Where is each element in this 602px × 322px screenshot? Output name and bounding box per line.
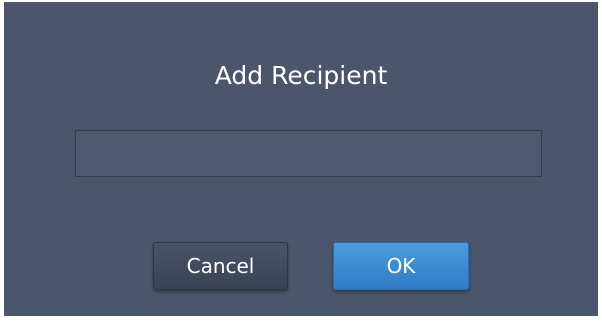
add-recipient-dialog: Add Recipient Cancel OK [4,2,598,316]
dialog-title: Add Recipient [214,61,388,90]
cancel-button[interactable]: Cancel [153,242,288,290]
ok-button[interactable]: OK [333,242,469,290]
recipient-input[interactable] [75,130,542,177]
